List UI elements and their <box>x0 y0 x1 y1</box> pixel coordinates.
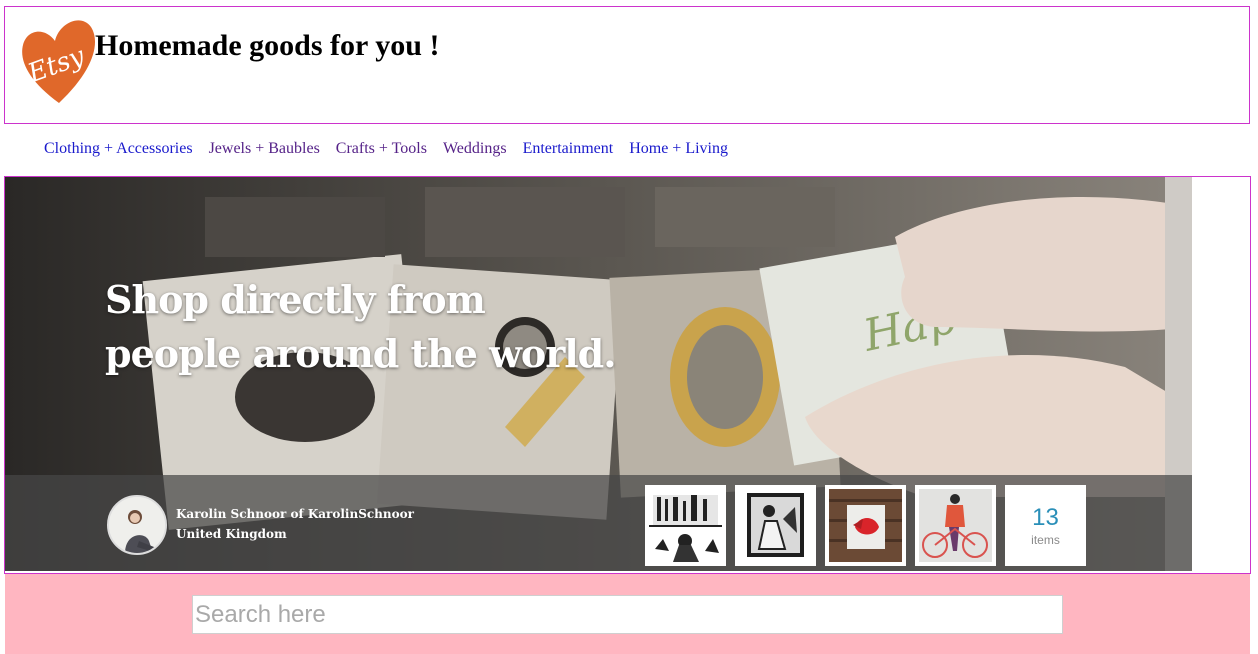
nav-link-entertainment[interactable]: Entertainment <box>523 140 614 164</box>
items-count: 13 <box>1032 504 1059 531</box>
print-illustration-icon <box>739 489 812 562</box>
product-thumbnail-2[interactable] <box>735 485 816 566</box>
etsy-logo[interactable]: Etsy <box>19 11 99 107</box>
seller-location: United Kingdom <box>176 527 287 541</box>
nav-link-crafts-tools[interactable]: Crafts + Tools <box>336 140 427 164</box>
hero-headline: Shop directly from people around the wor… <box>105 277 616 376</box>
print-illustration-icon <box>829 489 902 562</box>
nav-link-home-living[interactable]: Home + Living <box>629 140 728 164</box>
nav-link-jewels-baubles[interactable]: Jewels + Baubles <box>209 140 320 164</box>
site-header: Etsy Homemade goods for you ! <box>4 6 1250 124</box>
nav-link-weddings[interactable]: Weddings <box>443 140 507 164</box>
print-illustration-icon <box>649 489 722 562</box>
seller-name[interactable]: Karolin Schnoor of KarolinSchnoor <box>176 507 414 521</box>
items-count-box[interactable]: 13 items <box>1005 485 1086 566</box>
product-thumbnail-4[interactable] <box>915 485 996 566</box>
hero-banner: Hap Shop directly from people around the… <box>5 177 1192 571</box>
items-label: items <box>1031 533 1060 547</box>
product-thumbnail-3[interactable] <box>825 485 906 566</box>
category-nav: Clothing + Accessories Jewels + Baubles … <box>44 140 728 164</box>
product-thumbnail-1[interactable] <box>645 485 726 566</box>
seller-portrait-icon <box>109 497 165 553</box>
search-input[interactable] <box>192 595 1063 634</box>
search-section <box>5 574 1250 654</box>
site-title: Homemade goods for you ! <box>95 29 440 62</box>
seller-avatar[interactable] <box>107 495 167 555</box>
nav-link-clothing-accessories[interactable]: Clothing + Accessories <box>44 140 193 164</box>
print-illustration-icon <box>919 489 992 562</box>
seller-caption-bar: Karolin Schnoor of KarolinSchnoor United… <box>5 475 1192 571</box>
